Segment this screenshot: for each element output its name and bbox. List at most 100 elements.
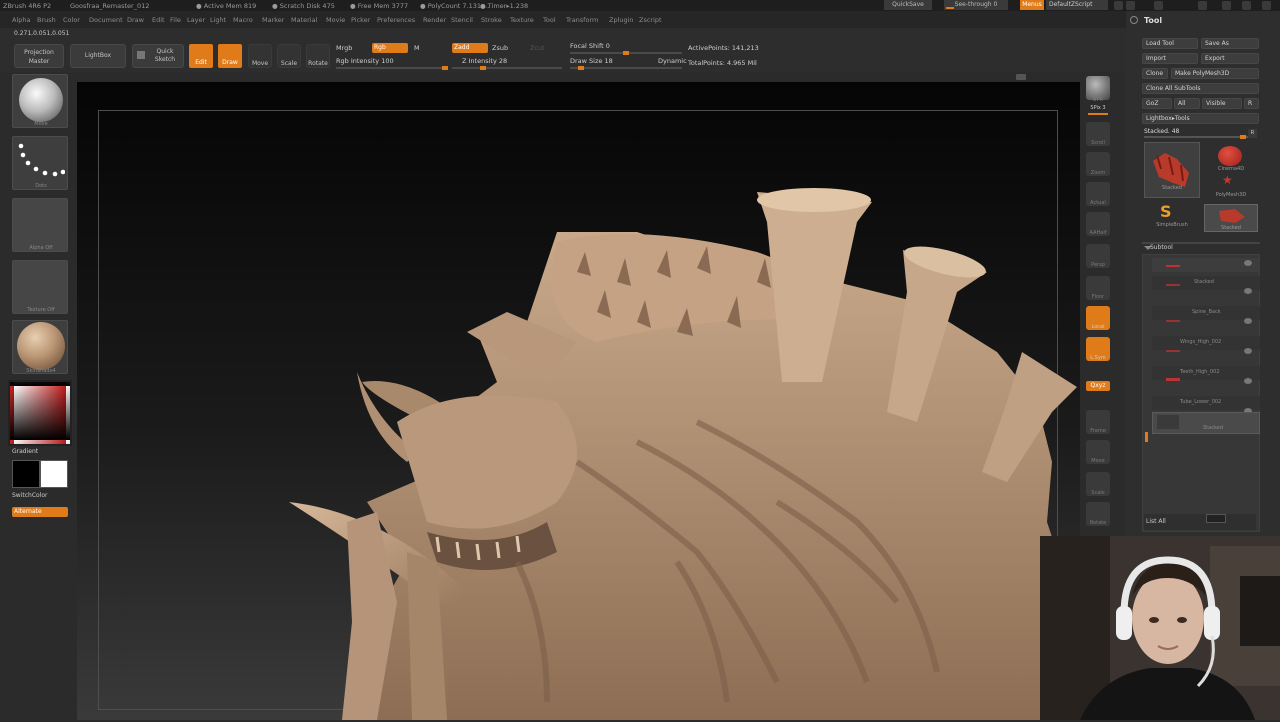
xyz-toggle[interactable]: Qxyz: [1086, 381, 1110, 391]
goz-button[interactable]: GoZ: [1142, 98, 1172, 109]
subtool-row[interactable]: Tube_Lower_002: [1152, 396, 1260, 414]
see-through-slider[interactable]: See-through 0: [944, 0, 1008, 10]
make-polymesh-button[interactable]: Make PolyMesh3D: [1171, 68, 1259, 79]
secondary-color-swatch[interactable]: [40, 460, 68, 488]
spix-label[interactable]: SPix 3: [1086, 105, 1110, 111]
focal-shift-knob[interactable]: [623, 51, 629, 55]
spix-slider[interactable]: [1088, 113, 1108, 115]
dynamic-toggle[interactable]: Dynamic: [658, 57, 687, 65]
scale-button[interactable]: Scale: [277, 44, 301, 68]
quick-sketch-button[interactable]: Quick Sketch: [132, 44, 184, 68]
import-button[interactable]: Import: [1142, 53, 1198, 64]
lightbox-button[interactable]: LightBox: [70, 44, 126, 68]
rgb-intensity-slider[interactable]: [336, 66, 448, 70]
palette-icon[interactable]: [1198, 1, 1207, 10]
gradient-toggle[interactable]: Gradient: [12, 448, 38, 455]
subtool-row[interactable]: Stacked: [1152, 276, 1260, 294]
eye-icon[interactable]: [1244, 378, 1252, 384]
menu-render[interactable]: Render: [423, 16, 446, 24]
toolbar-scroll-handle[interactable]: [1016, 74, 1026, 80]
mrgb-toggle[interactable]: Mrgb: [336, 44, 352, 52]
goz-all-button[interactable]: All: [1174, 98, 1200, 109]
subtool-row[interactable]: Teeth_High_002: [1152, 366, 1260, 384]
edit-button[interactable]: Edit: [189, 44, 213, 68]
menu-light[interactable]: Light: [210, 16, 226, 24]
switch-color-button[interactable]: SwitchColor: [12, 492, 48, 499]
rgb-toggle[interactable]: Rgb: [372, 43, 408, 53]
stacked-tool-thumb[interactable]: Stacked: [1204, 204, 1258, 232]
tool-slider-knob[interactable]: [1240, 135, 1246, 139]
polymesh-star-icon[interactable]: ★: [1222, 174, 1233, 186]
save-as-button[interactable]: Save As: [1201, 38, 1259, 49]
menu-document[interactable]: Document: [89, 16, 123, 24]
rgb-intensity-knob[interactable]: [442, 66, 448, 70]
eye-icon[interactable]: [1244, 318, 1252, 324]
move-button[interactable]: Move: [248, 44, 272, 68]
subtool-row[interactable]: Wings_High_002: [1152, 336, 1260, 354]
eye-icon[interactable]: [1244, 348, 1252, 354]
menu-tool[interactable]: Tool: [543, 16, 556, 24]
eye-icon[interactable]: [1244, 288, 1252, 294]
simplebrush-icon[interactable]: S: [1160, 204, 1172, 220]
help-icon[interactable]: [1126, 1, 1135, 10]
material-picker[interactable]: SkinShade4: [12, 320, 68, 374]
load-tool-button[interactable]: Load Tool: [1142, 38, 1198, 49]
see-through-knob[interactable]: [946, 7, 954, 9]
window-minimize-icon[interactable]: [1222, 1, 1231, 10]
menu-picker[interactable]: Picker: [351, 16, 370, 24]
menu-movie[interactable]: Movie: [326, 16, 345, 24]
tool-slider-reset[interactable]: R: [1248, 129, 1257, 138]
palette-pin-icon[interactable]: [1130, 16, 1138, 24]
texture-picker[interactable]: Texture Off: [12, 260, 68, 314]
menu-material[interactable]: Material: [291, 16, 317, 24]
zadd-toggle[interactable]: Zadd: [452, 43, 488, 53]
window-close-icon[interactable]: [1262, 1, 1271, 10]
eye-icon[interactable]: [1244, 260, 1252, 266]
rotate-button[interactable]: Rotate: [306, 44, 330, 68]
subtool-row[interactable]: Spine_Back: [1152, 306, 1260, 324]
m-toggle[interactable]: M: [414, 44, 420, 52]
zsub-toggle[interactable]: Zsub: [492, 44, 508, 52]
current-tool-thumbnail[interactable]: Stacked: [1144, 142, 1200, 198]
menus-toggle-button[interactable]: Menus: [1020, 0, 1044, 10]
draw-button[interactable]: Draw: [218, 44, 242, 68]
menu-layer[interactable]: Layer: [187, 16, 205, 24]
draw-size-knob[interactable]: [578, 66, 585, 70]
menu-brush[interactable]: Brush: [37, 16, 56, 24]
subtool-row[interactable]: [1152, 258, 1260, 272]
menu-preferences[interactable]: Preferences: [377, 16, 415, 24]
focal-shift-slider[interactable]: [570, 51, 682, 55]
export-button[interactable]: Export: [1201, 53, 1259, 64]
menu-zplugin[interactable]: Zplugin: [609, 16, 634, 24]
goz-r-button[interactable]: R: [1244, 98, 1259, 109]
alternate-toggle[interactable]: Alternate: [12, 507, 68, 517]
menu-file[interactable]: File: [170, 16, 181, 24]
subtool-up-arrow[interactable]: [1206, 514, 1226, 523]
tool-slider[interactable]: [1144, 135, 1256, 139]
menu-transform[interactable]: Transform: [566, 16, 598, 24]
menu-draw[interactable]: Draw: [127, 16, 144, 24]
draw-size-slider[interactable]: [570, 66, 682, 70]
goz-visible-button[interactable]: Visible: [1202, 98, 1242, 109]
projection-master-button[interactable]: Projection Master: [14, 44, 64, 68]
clone-all-subtools-button[interactable]: Clone All SubTools: [1142, 83, 1259, 94]
menu-macro[interactable]: Macro: [233, 16, 253, 24]
subtool-header[interactable]: Subtool: [1150, 244, 1173, 251]
menu-texture[interactable]: Texture: [510, 16, 534, 24]
creature-sculpt[interactable]: [77, 82, 1080, 720]
menu-stroke[interactable]: Stroke: [481, 16, 502, 24]
lightbox-tools-button[interactable]: Lightbox▸Tools: [1142, 113, 1259, 124]
subtool-scroll-marker[interactable]: [1145, 432, 1148, 442]
main-color-swatch[interactable]: [12, 460, 40, 488]
quicksave-button[interactable]: QuickSave: [884, 0, 932, 10]
brush-picker[interactable]: Move: [12, 74, 68, 128]
color-picker[interactable]: [8, 380, 76, 446]
minimize-icon[interactable]: [1114, 1, 1123, 10]
z-intensity-knob[interactable]: [479, 66, 486, 70]
clone-button[interactable]: Clone: [1142, 68, 1168, 79]
subtool-row-selected[interactable]: Stacked: [1152, 412, 1260, 434]
menu-zscript[interactable]: Zscript: [639, 16, 662, 24]
stroke-picker[interactable]: Dots: [12, 136, 68, 190]
default-zscript-button[interactable]: DefaultZScript: [1046, 0, 1108, 10]
window-maximize-icon[interactable]: [1242, 1, 1251, 10]
